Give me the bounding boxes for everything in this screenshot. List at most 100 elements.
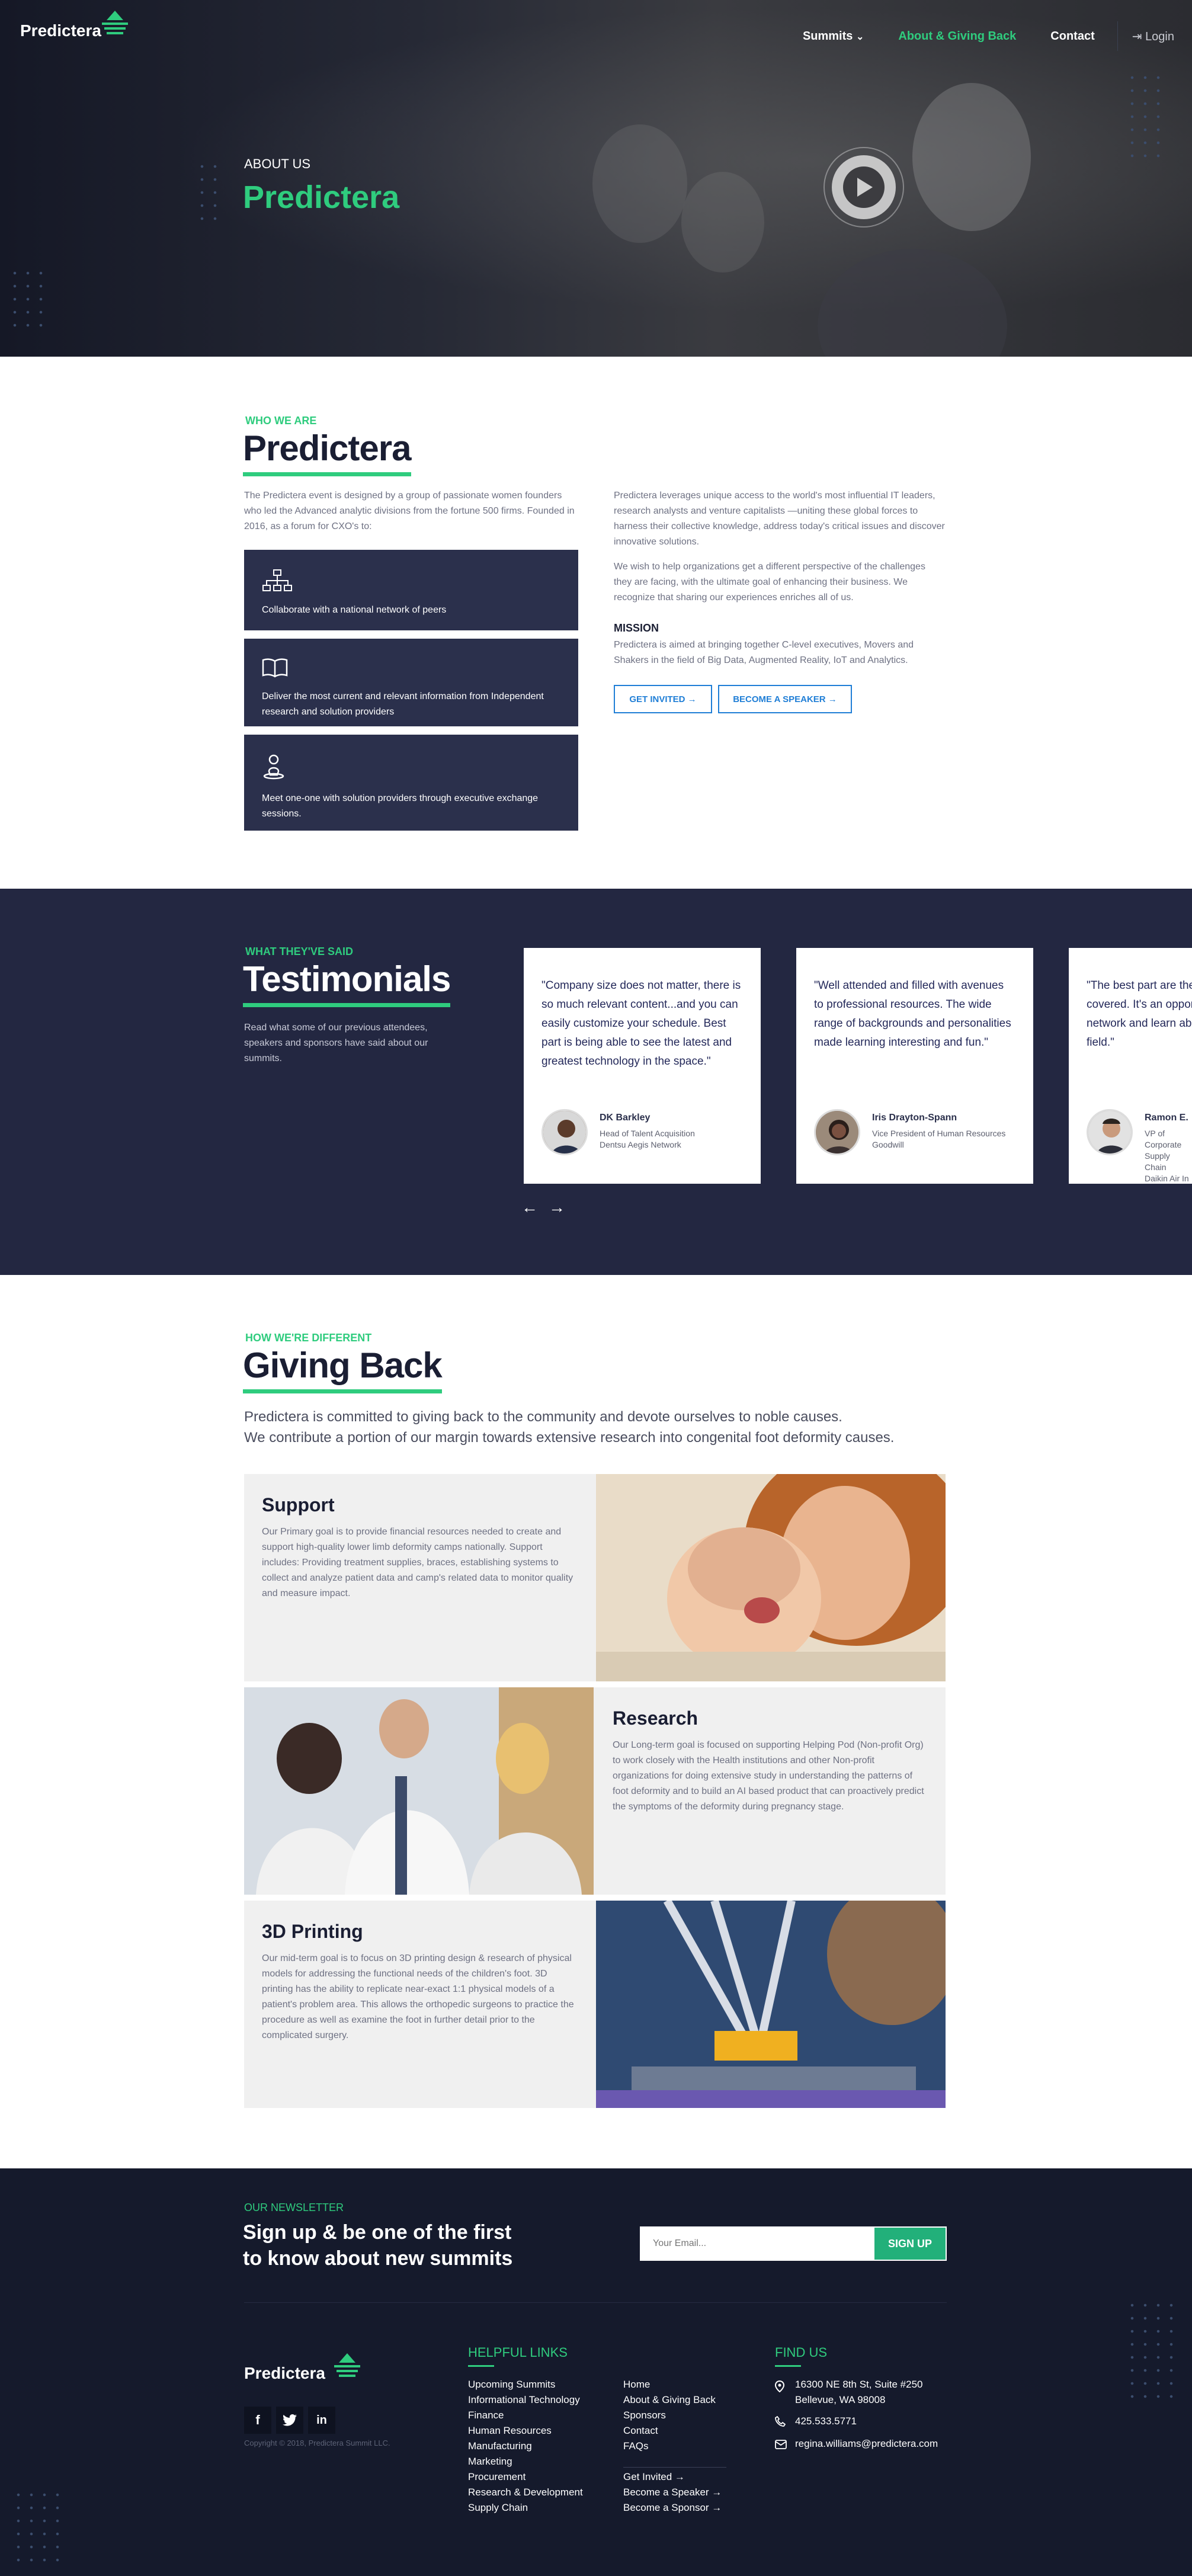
giving-title: Giving Back <box>243 1345 443 1393</box>
footer-link[interactable]: Home <box>623 2377 716 2392</box>
footer-link[interactable]: Upcoming Summits <box>468 2377 583 2392</box>
helpful-links-heading: HELPFUL LINKS <box>468 2345 568 2360</box>
newsletter-email-input[interactable] <box>640 2226 873 2261</box>
become-sponsor-link[interactable]: Become a Sponsor → <box>623 2500 722 2516</box>
feature-text: Deliver the most current and relevant in… <box>262 691 544 717</box>
linkedin-icon[interactable]: in <box>308 2407 335 2434</box>
twitter-icon[interactable] <box>276 2407 303 2434</box>
nav-login[interactable]: ⇥ Login <box>1132 29 1174 44</box>
mission-heading: MISSION <box>614 622 659 634</box>
giving-eyebrow: HOW WE'RE DIFFERENT <box>245 1332 372 1344</box>
address-line-1: 16300 NE 8th St, Suite #250 <box>795 2379 923 2390</box>
footer-divider <box>244 2302 947 2303</box>
footer-logo[interactable]: Predictera <box>244 2353 360 2383</box>
decor-dots <box>1126 2299 1173 2405</box>
mission-text: Predictera is aimed at bringing together… <box>614 640 914 665</box>
nav-summits[interactable]: Summits ⌄ <box>803 30 864 43</box>
become-speaker-link[interactable]: Become a Speaker → <box>623 2485 722 2500</box>
address-line-2: Bellevue, WA 98008 <box>795 2394 886 2405</box>
feature-card: Collaborate with a national network of p… <box>244 550 578 630</box>
nav-login-label: Login <box>1145 30 1174 43</box>
footer-link[interactable]: Research & Development <box>468 2485 583 2500</box>
get-invited-button[interactable]: GET INVITED → <box>614 685 712 713</box>
book-icon <box>262 658 288 678</box>
logo-icon <box>102 11 128 34</box>
meeting-person-icon <box>263 754 284 780</box>
copyright: Copyright © 2018, Predictera Summit LLC. <box>244 2439 390 2447</box>
decor-dots <box>12 2488 59 2571</box>
testimonial-name: Iris Drayton-Spann <box>872 1113 957 1123</box>
footer-link[interactable]: Marketing <box>468 2454 583 2469</box>
footer-link[interactable]: Informational Technology <box>468 2392 583 2408</box>
about-title: Predictera <box>243 428 411 476</box>
testimonials-desc: Read what some of our previous attendees… <box>244 1023 428 1063</box>
phone-icon <box>775 2415 786 2430</box>
testimonial-quote: "The best part are the topics and topics… <box>1087 979 1192 1049</box>
footer-link[interactable]: Human Resources <box>468 2423 583 2439</box>
footer-link[interactable]: FAQs <box>623 2439 716 2454</box>
carousel-next-arrow-icon[interactable]: → <box>549 1198 565 1217</box>
footer-link[interactable]: Manufacturing <box>468 2439 583 2454</box>
giving-row-title: 3D Printing <box>262 1921 363 1942</box>
play-video-button[interactable] <box>823 147 904 228</box>
get-invited-link[interactable]: Get Invited → <box>623 2469 722 2485</box>
testimonial-quote: "Company size does not matter, there is … <box>541 979 741 1068</box>
about-paragraph-2: We wish to help organizations get a diff… <box>614 562 925 603</box>
about-eyebrow: WHO WE ARE <box>245 415 317 427</box>
decor-dots <box>8 267 44 332</box>
giving-row-support: Support Our Primary goal is to provide fi… <box>244 1474 946 1681</box>
hero-photo-figure <box>592 124 687 243</box>
nav-summits-label: Summits <box>802 29 853 43</box>
testimonial-card: "Well attended and filled with avenues t… <box>796 948 1033 1184</box>
footer-link[interactable]: Contact <box>623 2423 716 2439</box>
avatar <box>1087 1109 1133 1155</box>
giving-row-desc: Our Primary goal is to provide financial… <box>262 1527 573 1598</box>
giving-row-3d-printing: 3D Printing Our mid-term goal is to focus… <box>244 1901 946 2108</box>
phone-number[interactable]: 425.533.5771 <box>795 2414 857 2429</box>
testimonials-title: Testimonials <box>243 959 451 1007</box>
newsletter-heading-1: Sign up & be one of the first <box>243 2221 512 2244</box>
3d-printer-photo <box>596 1901 946 2108</box>
giving-row-desc: Our Long-term goal is focused on support… <box>613 1740 924 1812</box>
email-icon <box>775 2440 787 2452</box>
footer-links-divider <box>623 2467 726 2468</box>
hero-photo-figure <box>912 83 1031 231</box>
testimonial-quote: "Well attended and filled with avenues t… <box>814 979 1011 1049</box>
decor-dots <box>196 160 225 225</box>
location-icon <box>774 2380 785 2395</box>
avatar <box>541 1109 588 1155</box>
testimonial-name: Ramon E. <box>1145 1113 1188 1123</box>
footer-link[interactable]: Procurement <box>468 2469 583 2485</box>
giving-row-title: Support <box>262 1494 335 1516</box>
become-speaker-button[interactable]: BECOME A SPEAKER → <box>718 685 852 713</box>
play-icon <box>857 178 873 197</box>
mother-baby-photo <box>596 1474 946 1681</box>
footer-section <box>0 2168 1192 2576</box>
footer-link[interactable]: Finance <box>468 2408 583 2423</box>
logo-text: Predictera <box>20 21 101 40</box>
nav-about-giving-back[interactable]: About & Giving Back <box>898 30 1016 43</box>
footer-link[interactable]: Sponsors <box>623 2408 716 2423</box>
footer-logo-text: Predictera <box>244 2364 325 2382</box>
footer-link[interactable]: About & Giving Back <box>623 2392 716 2408</box>
feature-card: Deliver the most current and relevant in… <box>244 639 578 726</box>
testimonial-card: "Company size does not matter, there is … <box>524 948 761 1184</box>
email-address[interactable]: regina.williams@predictera.com <box>795 2436 938 2452</box>
footer-link[interactable]: Supply Chain <box>468 2500 583 2516</box>
facebook-icon[interactable]: f <box>244 2407 271 2434</box>
hero-title: Predictera <box>243 180 400 215</box>
feature-text: Collaborate with a national network of p… <box>262 605 447 615</box>
nav-contact[interactable]: Contact <box>1050 30 1094 43</box>
hero-subtitle: ABOUT US <box>244 156 311 171</box>
newsletter-eyebrow: OUR NEWSLETTER <box>244 2202 344 2213</box>
sign-up-button[interactable]: SIGN UP <box>873 2226 947 2261</box>
network-icon <box>262 569 292 591</box>
site-logo[interactable]: Predictera <box>20 11 128 40</box>
giving-row-text: 3D Printing Our mid-term goal is to focus… <box>244 1901 595 2064</box>
carousel-prev-arrow-icon[interactable]: ← <box>521 1198 538 1217</box>
testimonial-name: DK Barkley <box>600 1113 651 1123</box>
top-nav: Predictera Summits ⌄ About & Giving Back… <box>0 0 1192 59</box>
heading-underline <box>468 2365 494 2367</box>
newsletter-heading-2: to know about new summits <box>243 2247 513 2270</box>
about-paragraph-1: Predictera leverages unique access to th… <box>614 491 945 547</box>
